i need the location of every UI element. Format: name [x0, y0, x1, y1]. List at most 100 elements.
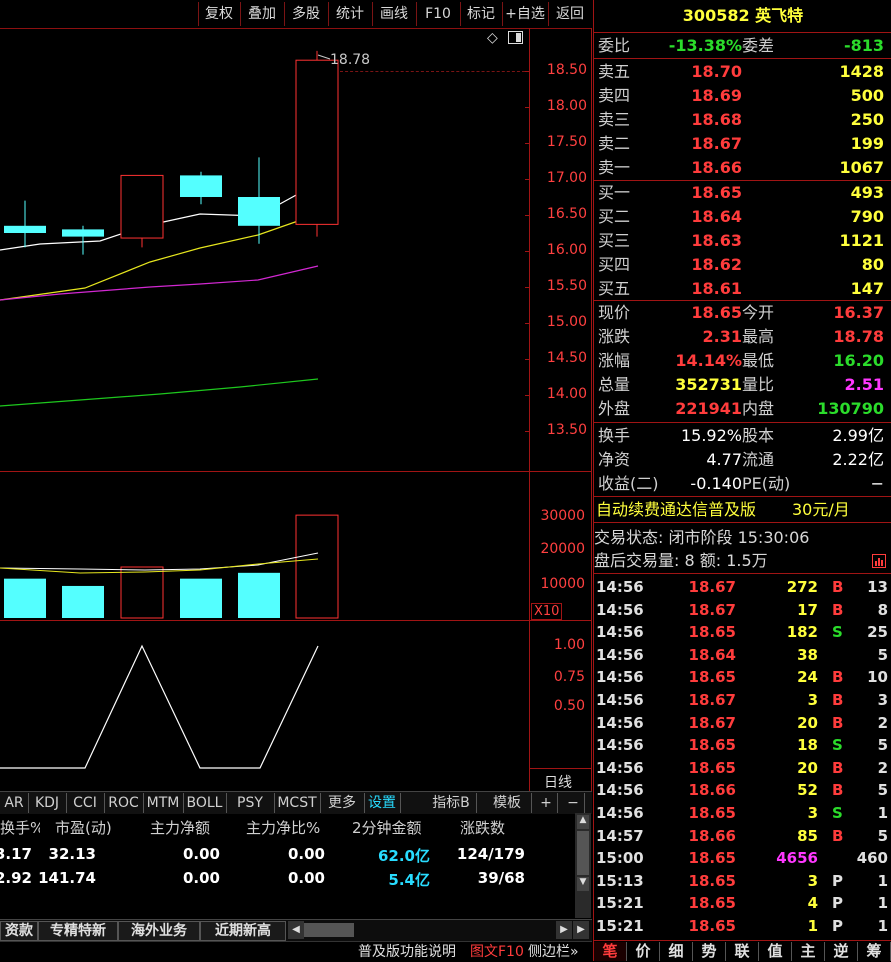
mark-button[interactable]: 标记	[460, 2, 501, 26]
table-header[interactable]: 市盈(动)	[55, 817, 135, 838]
table-header[interactable]: 主力净额	[150, 817, 230, 838]
right-tab[interactable]: 主	[792, 942, 825, 961]
table-header[interactable]: 2分钟金额	[352, 817, 440, 838]
buy-level[interactable]: 买三 18.63 1121	[594, 229, 891, 253]
sell-level[interactable]: 卖三 18.68 250	[594, 108, 891, 132]
table-scrollbar[interactable]: ▲ ▼	[575, 813, 591, 918]
right-tab[interactable]: 细	[660, 942, 693, 961]
book-price: 18.61	[691, 279, 742, 298]
tick-time: 15:21	[596, 917, 644, 935]
tick-row: 15:21 18.65 4 P 1	[594, 892, 891, 914]
kline-chart-area[interactable]: ◇ 18.50 18.00 17.50 17.00 16.50 16.00 15.50 15.…	[0, 28, 592, 793]
overlay-button[interactable]: 叠加	[240, 2, 283, 26]
tick-count: 460	[856, 849, 888, 868]
volume-bar	[180, 578, 222, 618]
tick-count: 1	[877, 894, 888, 913]
indicator-tab[interactable]: 设置	[364, 793, 401, 813]
weibi-row: 委比 -13.38% 委差 -813	[594, 34, 891, 58]
promo-banner[interactable]: 自动续费通达信普及版 30元/月	[594, 498, 891, 522]
indicator-tab[interactable]: MTM	[143, 793, 184, 813]
fuquan-button[interactable]: 复权	[198, 2, 239, 26]
indicator-tab[interactable]: 指标B	[426, 793, 477, 813]
buy-level[interactable]: 买四 18.62 80	[594, 253, 891, 277]
multi-stock-button[interactable]: 多股	[284, 2, 327, 26]
chart-mini-icon[interactable]	[872, 554, 886, 568]
tick-time: 14:56	[596, 713, 644, 732]
sell-level[interactable]: 卖五 18.70 1428	[594, 60, 891, 84]
book-label: 卖一	[598, 158, 631, 177]
indicator-tab[interactable]: 更多	[320, 793, 365, 813]
price-axis-label: 18.50	[546, 62, 587, 78]
indicator-tab[interactable]: PSY	[226, 793, 275, 813]
book-price: 18.65	[691, 183, 742, 202]
tick-price: 18.65	[688, 668, 736, 687]
right-tab[interactable]: 联	[726, 942, 759, 961]
indicator-tab[interactable]: KDJ	[28, 793, 67, 813]
ma20-line	[0, 265, 319, 301]
statistics-button[interactable]: 统计	[328, 2, 371, 26]
indicator-tab[interactable]: AR	[0, 793, 29, 813]
scroll-right-icon[interactable]: ▶	[556, 921, 572, 939]
price-axis-label: 17.50	[546, 134, 587, 150]
book-price: 18.69	[691, 86, 742, 105]
tick-time: 14:56	[596, 668, 644, 687]
tick-time: 15:13	[596, 871, 644, 890]
indicator-axis-label: 1.00	[553, 637, 585, 653]
buy-level[interactable]: 买五 18.61 147	[594, 277, 891, 301]
tick-time: 14:56	[596, 691, 644, 709]
add-favorite-button[interactable]: +自选	[502, 2, 547, 26]
right-tab[interactable]: 筹	[858, 942, 891, 961]
tick-price: 18.67	[688, 578, 736, 596]
indicator-tab[interactable]: BOLL	[183, 793, 227, 813]
indicator-tab[interactable]: −	[562, 793, 585, 813]
table-header[interactable]: 涨跌数	[460, 817, 536, 838]
sell-level[interactable]: 卖四 18.69 500	[594, 84, 891, 108]
sector-tab[interactable]: 专精特新	[38, 921, 118, 941]
table-header[interactable]: 主力净比%	[246, 817, 336, 838]
sector-tab[interactable]: 近期新高	[200, 921, 286, 941]
price-axis-label: 14.50	[546, 350, 587, 366]
table-cell: 0.00	[182, 869, 220, 887]
trade-status: 交易状态: 闭市阶段 15:30:06	[594, 528, 810, 547]
tick-volume: 17	[797, 600, 818, 619]
footer-sidebar-link[interactable]: 侧边栏»	[528, 943, 579, 961]
sell-level[interactable]: 卖二 18.67 199	[594, 132, 891, 156]
indicator-tab[interactable]: 模板	[483, 793, 532, 813]
sector-tab[interactable]: 海外业务	[118, 921, 200, 941]
tick-time: 15:00	[596, 849, 644, 868]
draw-line-button[interactable]: 画线	[372, 2, 415, 26]
right-tab[interactable]: 笔	[594, 942, 627, 961]
indicator-tab[interactable]: +	[535, 793, 558, 813]
tick-price: 18.64	[688, 645, 736, 664]
f10-button[interactable]: F10	[416, 2, 459, 26]
right-tab[interactable]: 逆	[825, 942, 858, 961]
scroll-end-icon[interactable]: ▶	[573, 921, 589, 939]
indicator-tab[interactable]: MCST	[274, 793, 321, 813]
footer-help-link[interactable]: 普及版功能说明	[358, 943, 456, 961]
table-cell: 0.00	[287, 869, 325, 887]
period-label[interactable]: 日线	[544, 772, 572, 792]
book-label: 卖三	[598, 110, 631, 129]
sell-level[interactable]: 卖一 18.66 1067	[594, 156, 891, 180]
scroll-left-icon[interactable]: ◀	[288, 921, 304, 939]
buy-level[interactable]: 买一 18.65 493	[594, 181, 891, 205]
right-tab[interactable]: 值	[759, 942, 792, 961]
indicator-tab[interactable]: ROC	[104, 793, 144, 813]
tick-time: 14:56	[596, 758, 644, 777]
tick-direction: P	[832, 917, 843, 935]
footer-f10-link[interactable]: 图文F10	[470, 943, 524, 961]
volume-bar	[295, 514, 339, 619]
right-tab[interactable]: 势	[693, 942, 726, 961]
quote-label: 量比	[742, 375, 775, 394]
book-volume: 1428	[839, 62, 884, 81]
buy-level[interactable]: 买二 18.64 790	[594, 205, 891, 229]
book-price: 18.63	[691, 231, 742, 250]
right-tab[interactable]: 价	[627, 942, 660, 961]
table-header[interactable]: 换手%	[0, 817, 40, 838]
tab-scroll-thumb[interactable]	[304, 923, 354, 937]
sector-tab[interactable]: 资款	[0, 921, 38, 941]
fund-value: -0.140	[690, 474, 742, 493]
back-button[interactable]: 返回	[548, 2, 591, 26]
indicator-tab[interactable]: CCI	[66, 793, 105, 813]
book-volume: 500	[850, 86, 884, 105]
